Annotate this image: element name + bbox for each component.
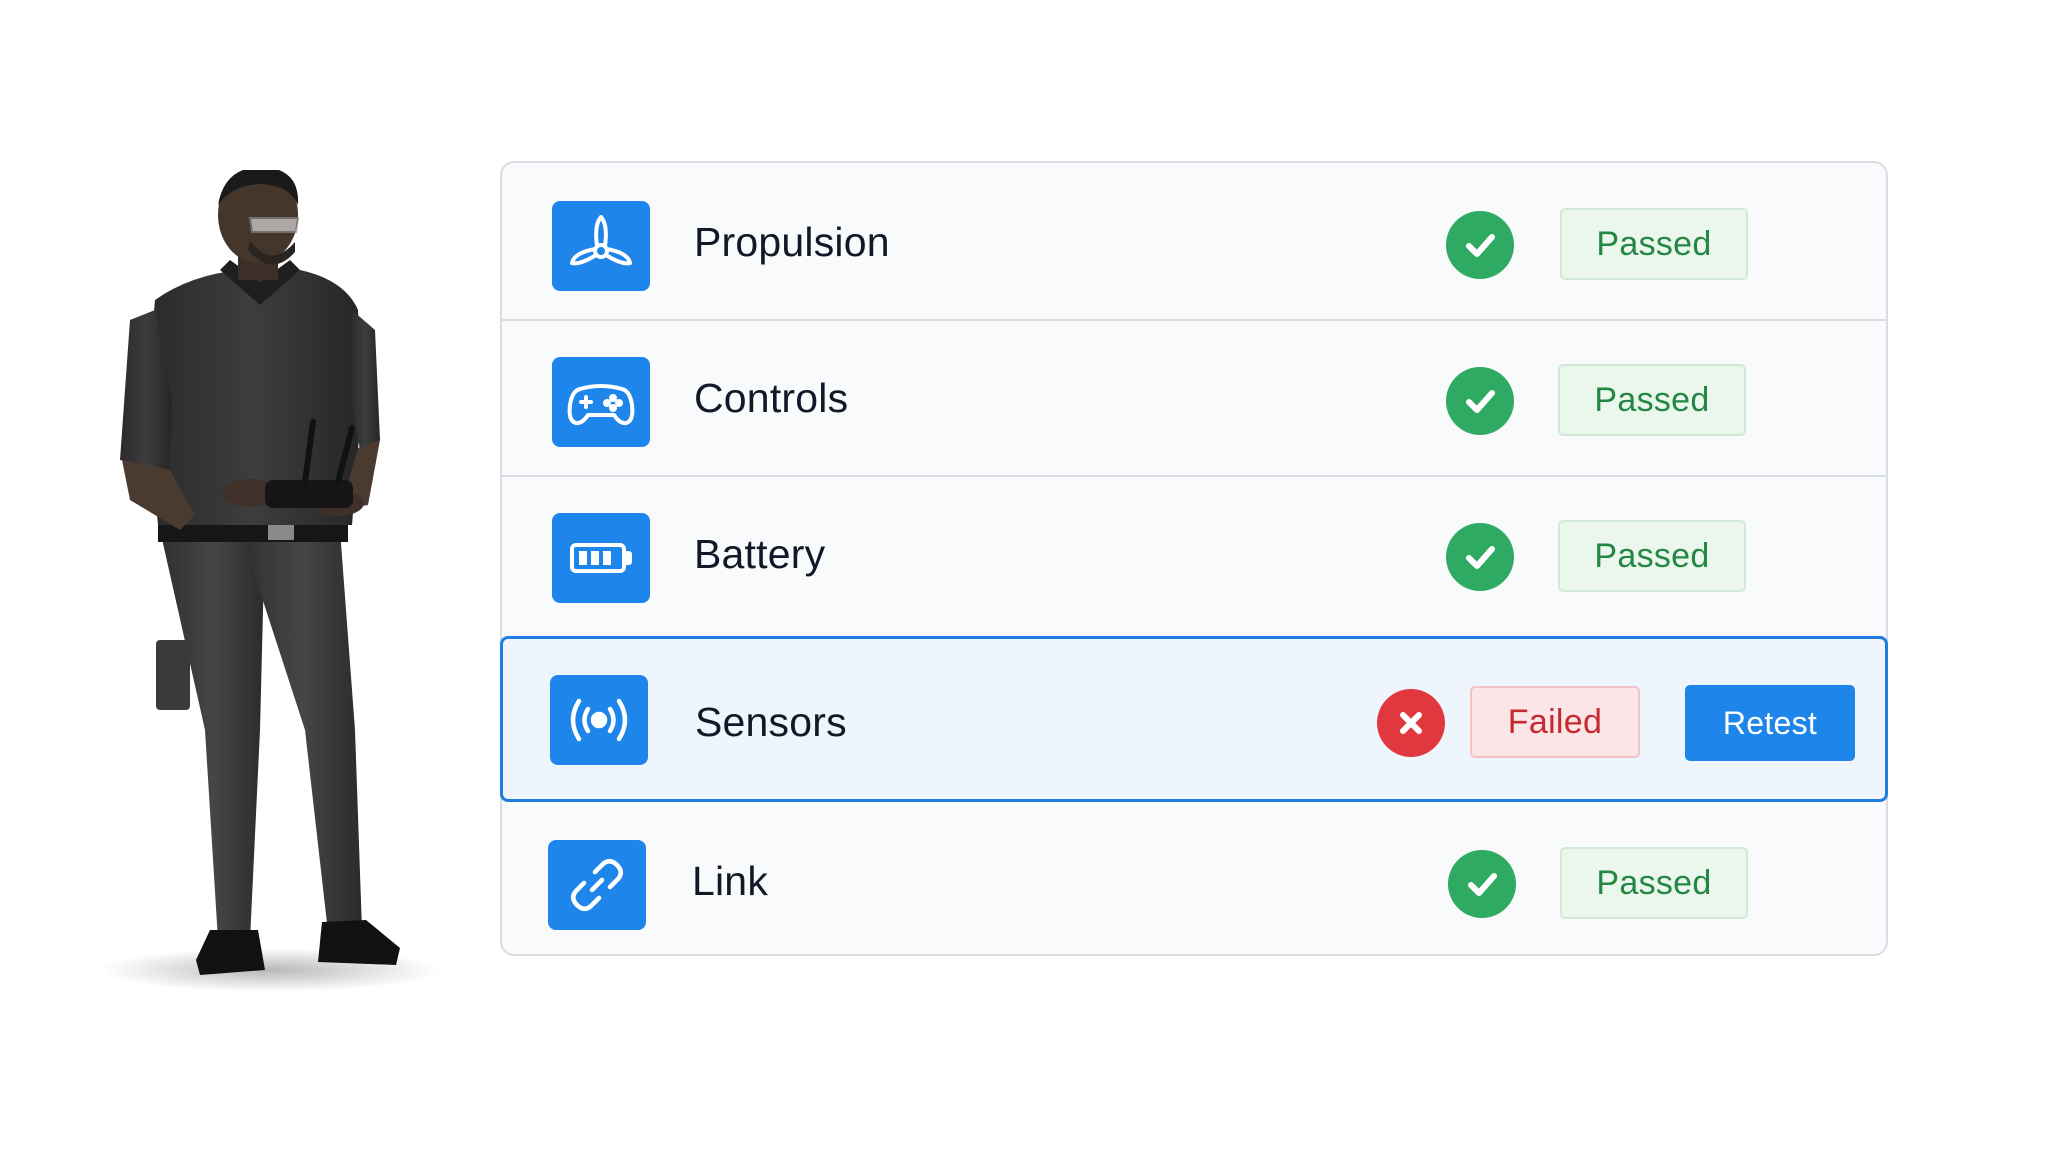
x-circle-icon xyxy=(1377,689,1445,757)
checklist-row-controls[interactable]: Controls Passed xyxy=(502,319,1886,475)
technician-illustration xyxy=(100,170,440,992)
row-label: Sensors xyxy=(695,699,847,745)
checklist-row-battery[interactable]: Battery Passed xyxy=(502,475,1886,631)
battery-icon xyxy=(552,513,650,603)
status-badge: Passed xyxy=(1560,847,1748,919)
status-badge: Passed xyxy=(1560,208,1748,280)
status-badge: Failed xyxy=(1470,686,1640,758)
checklist-row-propulsion[interactable]: Propulsion Passed xyxy=(502,163,1886,319)
row-label: Link xyxy=(692,858,769,904)
row-label: Propulsion xyxy=(694,219,890,265)
gamepad-icon xyxy=(552,357,650,447)
preflight-checklist-card: Propulsion Passed Controls Passed Batter… xyxy=(500,161,1888,956)
check-circle-icon xyxy=(1448,850,1516,918)
check-circle-icon xyxy=(1446,367,1514,435)
status-badge: Passed xyxy=(1558,364,1746,436)
link-icon xyxy=(548,840,646,930)
row-label: Controls xyxy=(694,375,849,421)
checklist-row-link[interactable]: Link Passed xyxy=(502,802,1886,958)
check-circle-icon xyxy=(1446,211,1514,279)
check-circle-icon xyxy=(1446,523,1514,591)
propeller-icon xyxy=(552,201,650,291)
checklist-row-sensors[interactable]: Sensors Failed Retest xyxy=(500,636,1888,802)
preflight-checklist-screen: Propulsion Passed Controls Passed Batter… xyxy=(0,0,2048,1152)
status-badge: Passed xyxy=(1558,520,1746,592)
row-label: Battery xyxy=(694,531,826,577)
retest-button[interactable]: Retest xyxy=(1685,685,1855,761)
broadcast-icon xyxy=(550,675,648,765)
